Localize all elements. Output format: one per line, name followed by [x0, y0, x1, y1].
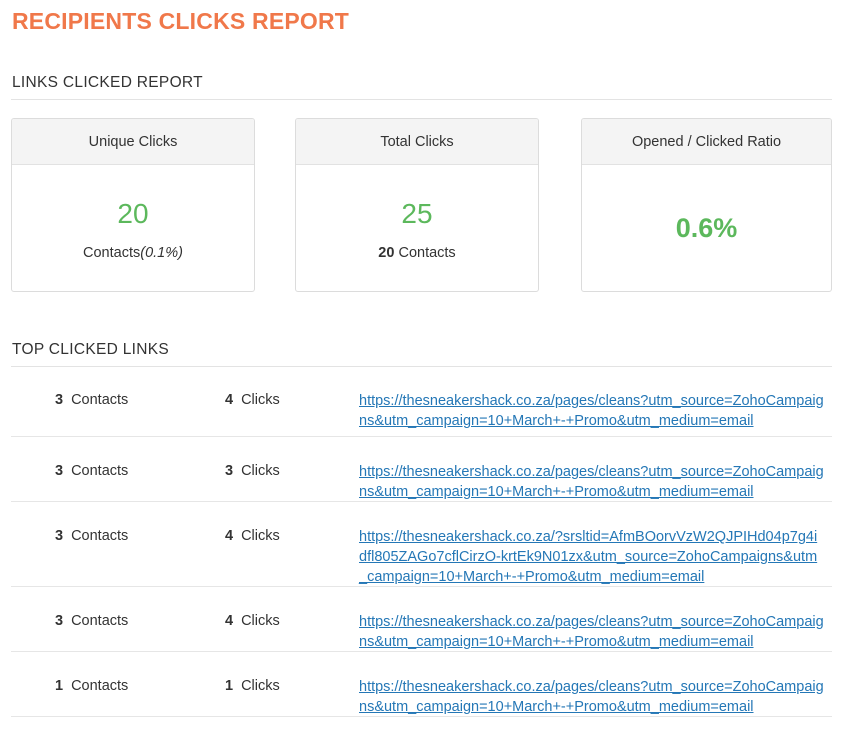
total-clicks-card: Total Clicks 25 20 Contacts — [295, 118, 539, 292]
clicks-label: Clicks — [241, 528, 280, 544]
row-clicks: 4 Clicks — [225, 392, 280, 408]
total-clicks-contacts: 20 Contacts — [296, 245, 538, 261]
unique-clicks-body: 20 Contacts(0.1%) — [12, 165, 254, 291]
table-row: 1 Contacts 1 Clicks https://thesneakershac… — [11, 652, 832, 717]
page-title: RECIPIENTS CLICKS REPORT — [12, 8, 350, 34]
link-url[interactable]: https://thesneakershack.co.za/pages/clea… — [359, 462, 825, 502]
top-clicked-links-list: 3 Contacts 4 Clicks https://thesneakershac… — [11, 366, 832, 717]
row-contacts: 3 Contacts — [55, 392, 128, 408]
clicks-count: 3 — [225, 463, 234, 479]
unique-clicks-card: Unique Clicks 20 Contacts(0.1%) — [11, 118, 255, 292]
total-clicks-label: Total Clicks — [296, 119, 538, 165]
opened-clicked-ratio-card: Opened / Clicked Ratio 0.6% — [581, 118, 832, 292]
unique-clicks-label: Unique Clicks — [12, 119, 254, 165]
top-clicked-links-heading: TOP CLICKED LINKS — [12, 341, 169, 358]
ratio-label: Opened / Clicked Ratio — [582, 119, 831, 165]
contacts-label: Contacts — [71, 528, 129, 544]
total-clicks-body: 25 20 Contacts — [296, 165, 538, 291]
clicks-label: Clicks — [241, 392, 280, 408]
table-row: 3 Contacts 4 Clicks https://thesneakershac… — [11, 502, 832, 587]
total-clicks-contacts-count: 20 — [378, 245, 395, 261]
row-contacts: 3 Contacts — [55, 613, 128, 629]
row-clicks: 1 Clicks — [225, 678, 280, 694]
clicks-count: 4 — [225, 613, 234, 629]
unique-clicks-value: 20 — [117, 198, 149, 229]
contacts-label: Contacts — [71, 613, 129, 629]
link-url[interactable]: https://thesneakershack.co.za/pages/clea… — [359, 677, 825, 717]
table-row: 3 Contacts 4 Clicks https://thesneakershac… — [11, 366, 832, 437]
row-clicks: 4 Clicks — [225, 613, 280, 629]
contacts-count: 1 — [55, 678, 64, 694]
row-clicks: 4 Clicks — [225, 528, 280, 544]
link-url[interactable]: https://thesneakershack.co.za/pages/clea… — [359, 391, 825, 431]
table-row: 3 Contacts 4 Clicks https://thesneakershac… — [11, 587, 832, 652]
total-clicks-contacts-label: Contacts — [394, 245, 456, 261]
section-divider — [11, 99, 832, 100]
unique-clicks-contacts: Contacts(0.1%) — [12, 245, 254, 261]
unique-clicks-contacts-label: Contacts — [83, 245, 141, 261]
row-contacts: 3 Contacts — [55, 528, 128, 544]
contacts-label: Contacts — [71, 678, 129, 694]
contacts-count: 3 — [55, 392, 64, 408]
contacts-label: Contacts — [71, 392, 129, 408]
ratio-value: 0.6% — [675, 213, 738, 243]
clicks-count: 4 — [225, 392, 234, 408]
links-clicked-report-heading: LINKS CLICKED REPORT — [12, 74, 203, 91]
clicks-label: Clicks — [241, 613, 280, 629]
contacts-count: 3 — [55, 463, 64, 479]
link-url[interactable]: https://thesneakershack.co.za/?srsltid=A… — [359, 527, 825, 587]
clicks-count: 4 — [225, 528, 234, 544]
total-clicks-value: 25 — [401, 198, 433, 229]
ratio-body: 0.6% — [582, 165, 831, 291]
row-clicks: 3 Clicks — [225, 463, 280, 479]
contacts-label: Contacts — [71, 463, 129, 479]
contacts-count: 3 — [55, 613, 64, 629]
unique-clicks-percent: (0.1%) — [140, 245, 183, 261]
link-url[interactable]: https://thesneakershack.co.za/pages/clea… — [359, 612, 825, 652]
clicks-count: 1 — [225, 678, 234, 694]
row-contacts: 1 Contacts — [55, 678, 128, 694]
contacts-count: 3 — [55, 528, 64, 544]
clicks-label: Clicks — [241, 678, 280, 694]
clicks-label: Clicks — [241, 463, 280, 479]
row-contacts: 3 Contacts — [55, 463, 128, 479]
table-row: 3 Contacts 3 Clicks https://thesneakershac… — [11, 437, 832, 502]
